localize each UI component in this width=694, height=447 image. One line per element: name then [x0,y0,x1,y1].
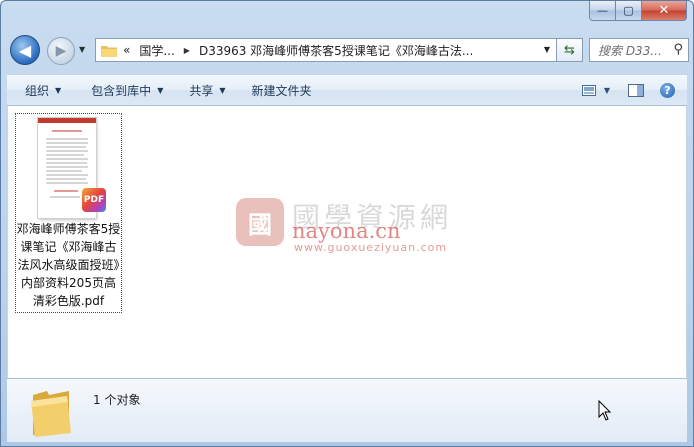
folder-icon [101,45,117,57]
address-dropdown-icon[interactable]: ▼ [544,45,550,54]
minimize-button[interactable]: — [589,1,616,21]
pdf-file-icon: PDF [82,188,106,212]
address-bar[interactable]: « 国学... ▶ D33963 邓海峰师傅茶客5授课笔记《邓海峰古法... ▼ [95,38,557,62]
preview-pane-button[interactable] [618,75,654,105]
new-folder-label: 新建文件夹 [251,83,312,98]
recent-pages-dropdown-icon[interactable]: ▼ [79,45,85,54]
search-input[interactable]: 搜索 D33... ⚲ [589,38,689,62]
view-dropdown-icon[interactable]: ▼ [604,86,610,95]
forward-button[interactable]: ▶ [47,37,75,65]
organize-label: 组织 [25,83,50,98]
refresh-button[interactable]: ⇆ [557,38,583,62]
watermark: 國 國學資源網 nayona.cn www.guoxueziyuan.com [236,198,496,258]
watermark-domain: nayona.cn [292,219,401,243]
chevron-down-icon: ▼ [55,85,62,95]
refresh-icon: ⇆ [564,42,575,58]
include-library-label: 包含到库中 [91,83,152,98]
close-button[interactable]: ✕ [642,1,687,21]
toolbar-right-group: ▼ ? [574,75,687,105]
breadcrumb-separator-icon[interactable]: ▶ [184,46,190,55]
file-list[interactable]: PDF 邓海峰师傅茶客5授课笔记《邓海峰古法风水高级面授班》内部资料205页高清… [7,106,687,378]
search-icon[interactable]: ⚲ [673,42,683,57]
command-bar: 组织 ▼ 包含到库中 ▼ 共享 ▼ 新建文件夹 ▼ ? [7,74,687,106]
change-view-button[interactable]: ▼ [574,75,618,105]
include-in-library-button[interactable]: 包含到库中 ▼ [71,75,173,105]
watermark-seal-logo: 國 [236,198,284,246]
back-button[interactable]: ◀ [10,35,40,65]
folder-icon [31,391,71,437]
breadcrumb-current-folder[interactable]: D33963 邓海峰师傅茶客5授课笔记《邓海峰古法... [199,42,473,59]
chevron-down-icon: ▼ [219,85,226,95]
file-name-label: 邓海峰师傅茶客5授课笔记《邓海峰古法风水高级面授班》内部资料205页高清彩色版.… [16,222,121,308]
caption-buttons: — ▢ ✕ [589,1,687,21]
watermark-url: www.guoxueziyuan.com [294,241,448,254]
organize-button[interactable]: 组织 ▼ [7,75,71,105]
share-label: 共享 [189,83,214,98]
navigation-bar: ◀ ▶ ▼ « 国学... ▶ D33963 邓海峰师傅茶客5授课笔记《邓海峰古… [7,31,689,65]
details-pane: 1 个对象 [7,378,687,442]
breadcrumb-guoxue[interactable]: 国学... [139,42,174,59]
preview-pane-icon [628,83,644,97]
forward-arrow-icon: ▶ [55,43,67,59]
item-count: 1 个对象 [93,393,141,407]
mouse-cursor-icon [598,400,612,421]
chevron-down-icon: ▼ [157,85,164,95]
maximize-button[interactable]: ▢ [616,1,642,21]
help-icon: ? [660,82,675,98]
help-button[interactable]: ? [654,75,687,105]
explorer-window: — ▢ ✕ ◀ ▶ ▼ « 国学... ▶ D33963 邓海峰师傅茶客5授课笔… [0,0,694,447]
view-icon [581,84,596,96]
back-arrow-icon: ◀ [18,40,32,60]
new-folder-button[interactable]: 新建文件夹 [236,75,322,105]
breadcrumb-overflow[interactable]: « [123,43,130,57]
file-item-pdf[interactable]: PDF 邓海峰师傅茶客5授课笔记《邓海峰古法风水高级面授班》内部资料205页高清… [15,113,122,313]
search-placeholder: 搜索 D33... [598,43,662,58]
share-button[interactable]: 共享 ▼ [173,75,235,105]
